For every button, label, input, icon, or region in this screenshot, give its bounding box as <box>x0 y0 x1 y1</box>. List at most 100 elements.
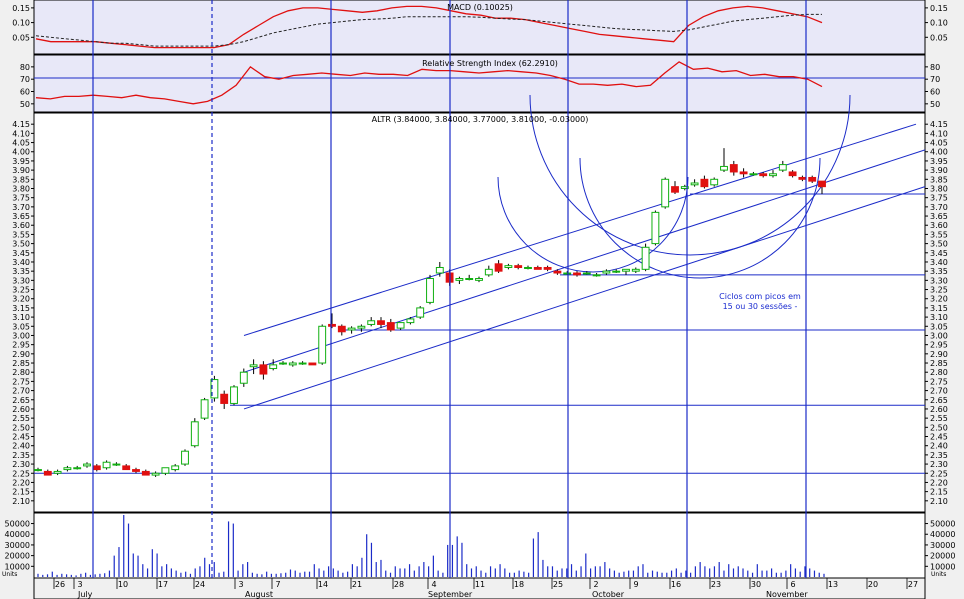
volume-tick-right: 50000 <box>930 520 955 529</box>
candle-up <box>661 178 670 208</box>
price-tick-left: 2.30 <box>12 460 30 469</box>
candle-up <box>631 268 640 272</box>
candle-down <box>386 322 395 331</box>
candle-down <box>543 266 552 270</box>
price-tick-right: 2.35 <box>930 451 948 460</box>
price-tick-right: 2.45 <box>930 433 948 442</box>
candle-up <box>563 272 572 275</box>
price-tick-right: 2.65 <box>930 396 948 405</box>
price-tick-left: 3.50 <box>12 240 30 249</box>
date-tick: 24 <box>195 580 205 589</box>
candle-down <box>671 186 679 193</box>
volume-tick-right: 20000 <box>930 552 955 561</box>
price-tick-right: 3.65 <box>930 212 948 221</box>
price-tick-left: 3.15 <box>12 304 30 313</box>
price-tick-right: 3.45 <box>930 249 948 258</box>
rsi-tick-right: 60 <box>930 88 940 97</box>
date-tick: 21 <box>352 580 362 589</box>
candle-down <box>377 320 385 325</box>
volume-tick-left: 40000 <box>5 530 30 539</box>
price-tick-right: 4.10 <box>930 129 948 138</box>
candle-up <box>269 364 278 370</box>
price-tick-right: 2.95 <box>930 341 948 350</box>
price-tick-left: 2.45 <box>12 433 30 442</box>
candle-up <box>612 270 621 273</box>
rsi-tick-left: 60 <box>20 88 30 97</box>
candle-down <box>553 270 562 274</box>
candle-up <box>484 268 493 276</box>
date-tick: 18 <box>514 580 524 589</box>
price-tick-right: 2.75 <box>930 377 948 386</box>
price-tick-right: 2.10 <box>930 497 948 506</box>
candle-up <box>171 465 180 471</box>
rsi-tick-left: 80 <box>20 63 30 72</box>
price-tick-left: 4.00 <box>12 148 30 157</box>
price-tick-left: 2.95 <box>12 341 30 350</box>
price-tick-left: 2.15 <box>12 488 30 497</box>
price-tick-right: 4.15 <box>930 120 948 129</box>
price-tick-right: 2.85 <box>930 359 948 368</box>
candle-down <box>729 164 738 173</box>
price-tick-right: 2.70 <box>930 387 948 396</box>
price-tick-left: 3.75 <box>12 194 30 203</box>
price-tick-left: 2.85 <box>12 359 30 368</box>
candle-down <box>759 173 768 177</box>
candle-up <box>582 272 591 275</box>
price-tick-right: 3.75 <box>930 194 948 203</box>
date-tick: 3 <box>238 580 243 589</box>
candle-up <box>318 325 327 364</box>
price-tick-right: 2.60 <box>930 405 948 414</box>
date-tick: 2 <box>593 580 598 589</box>
candle-down <box>573 272 581 276</box>
date-tick: 3 <box>77 580 82 589</box>
price-tick-left: 3.25 <box>12 286 30 295</box>
unit-tag-right: Units <box>931 571 946 578</box>
candle-up <box>181 450 189 465</box>
price-tick-left: 2.70 <box>12 387 30 396</box>
candle-up <box>455 278 464 281</box>
candle-up <box>690 182 699 186</box>
candle-down <box>220 393 229 404</box>
candle-down <box>494 263 503 272</box>
price-tick-left: 3.10 <box>12 313 30 322</box>
candle-down <box>533 266 542 270</box>
price-tick-right: 3.35 <box>930 267 948 276</box>
price-tick-right: 3.40 <box>930 258 948 267</box>
price-tick-left: 2.75 <box>12 377 30 386</box>
price-tick-left: 2.55 <box>12 414 30 423</box>
candle-down <box>818 180 826 188</box>
date-tick: 7 <box>275 580 280 589</box>
candle-down <box>798 176 807 180</box>
price-title: ALTR (3.84000, 3.84000, 3.77000, 3.81000… <box>372 115 589 124</box>
date-tick: 27 <box>908 580 918 589</box>
price-tick-left: 2.10 <box>12 497 30 506</box>
candle-up <box>651 211 660 245</box>
candle-up <box>769 173 777 177</box>
price-tick-left: 3.05 <box>12 322 30 331</box>
candle-up <box>592 274 601 277</box>
date-tick: 9 <box>633 580 638 589</box>
candle-up <box>230 386 238 404</box>
candle-up <box>347 327 356 331</box>
rsi-tick-right: 80 <box>930 63 940 72</box>
candle-down <box>808 176 817 182</box>
candle-up <box>102 461 111 469</box>
price-tick-right: 3.50 <box>930 240 948 249</box>
price-tick-right: 3.25 <box>930 286 948 295</box>
price-tick-left: 2.35 <box>12 451 30 460</box>
price-tick-right: 2.50 <box>930 423 948 432</box>
candle-up <box>406 318 415 324</box>
price-tick-right: 2.25 <box>930 469 948 478</box>
month-label: August <box>245 590 273 599</box>
date-tick: 13 <box>828 580 838 589</box>
macd-tick-right: 0.15 <box>930 4 948 13</box>
candle-down <box>308 362 317 366</box>
unit-tag-left: Units <box>2 571 17 578</box>
candle-down <box>122 465 131 471</box>
candle-down <box>92 465 101 471</box>
price-tick-left: 3.65 <box>12 212 30 221</box>
date-tick: 25 <box>553 580 563 589</box>
candle-up <box>34 469 42 472</box>
volume-tick-right: 30000 <box>930 541 955 550</box>
date-tick: 30 <box>751 580 761 589</box>
